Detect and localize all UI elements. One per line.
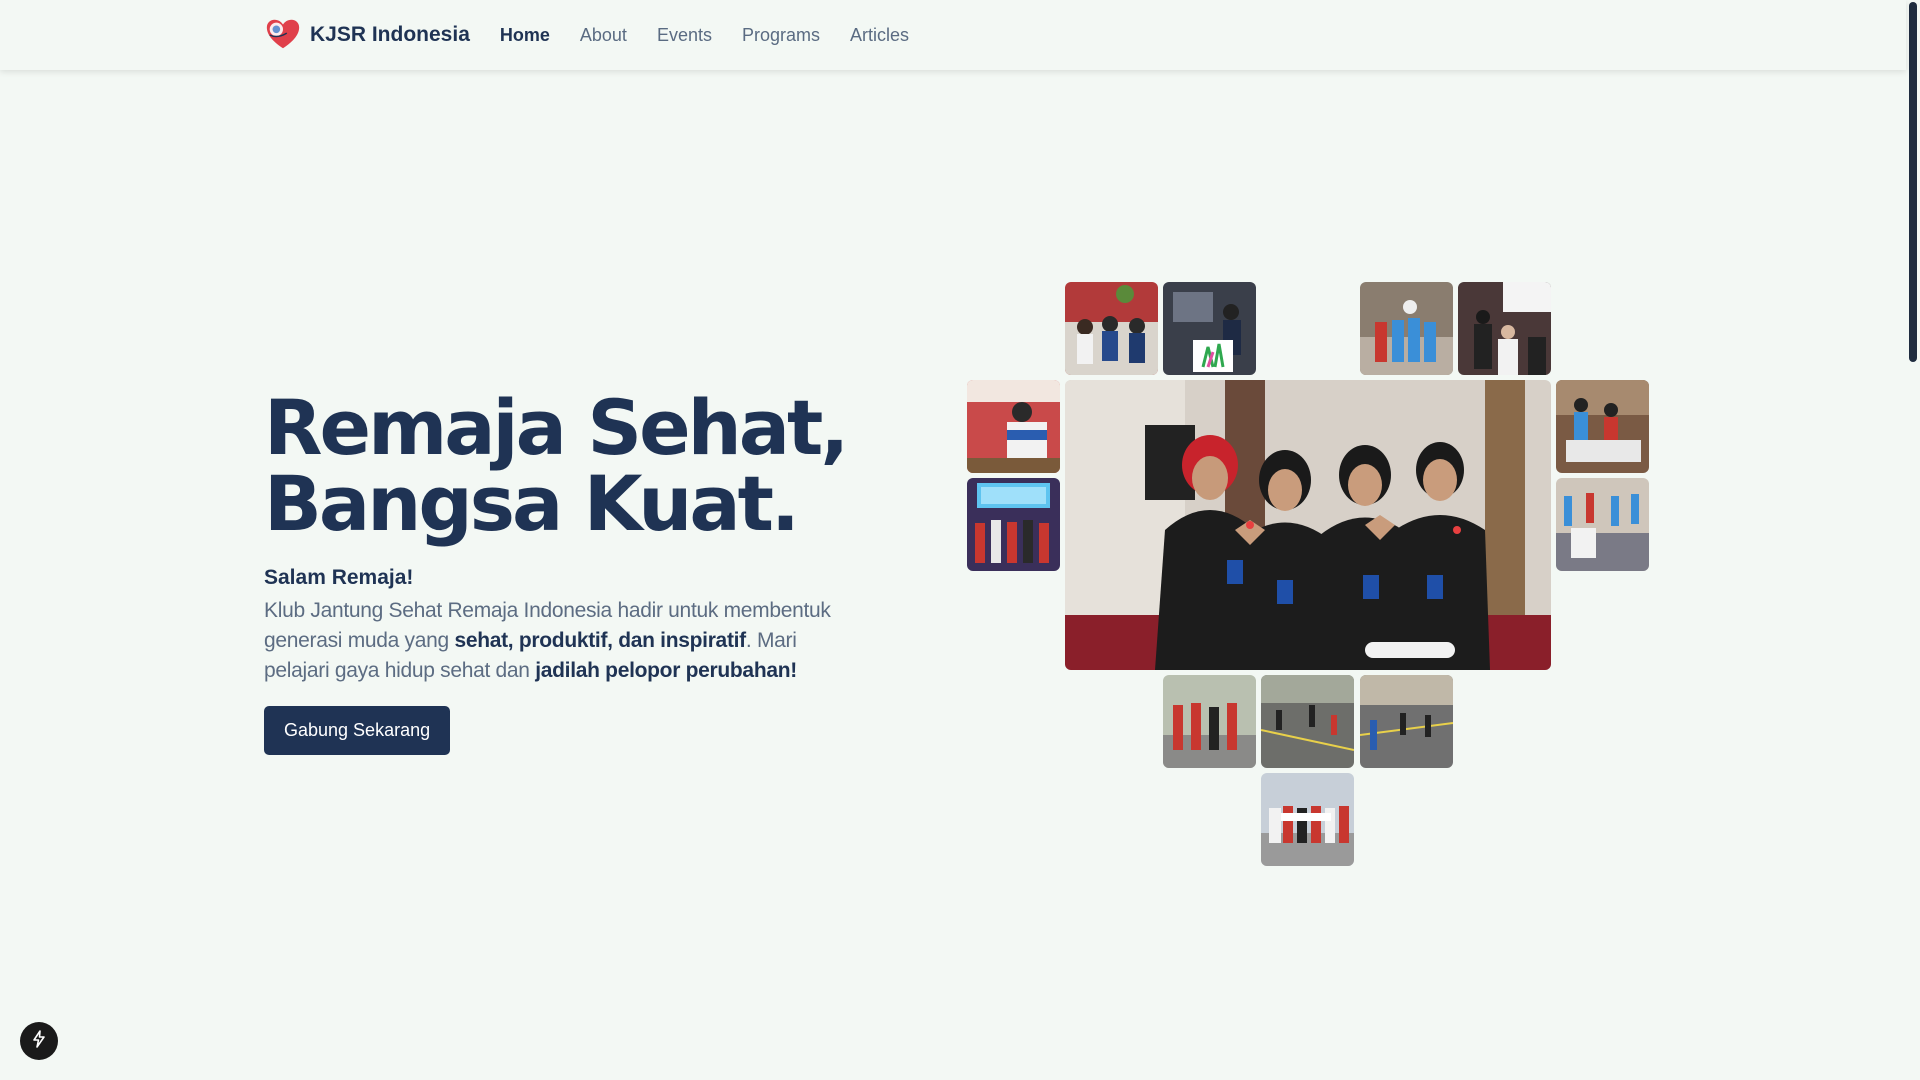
- page-scrollbar-thumb[interactable]: [1909, 2, 1917, 362]
- gallery-photo[interactable]: [1458, 282, 1551, 375]
- page-scrollbar[interactable]: [1906, 0, 1920, 1080]
- gallery-photo-main[interactable]: [1065, 380, 1551, 670]
- nav-link-about[interactable]: About: [580, 25, 627, 46]
- gallery-photo[interactable]: [1163, 675, 1256, 768]
- hero-greeting: Salam Remaja!: [264, 566, 414, 589]
- gallery-photo[interactable]: [1163, 282, 1256, 375]
- hero-title: Remaja Sehat, Bangsa Kuat.: [264, 390, 864, 542]
- join-now-button[interactable]: Gabung Sekarang: [264, 706, 451, 755]
- hero-desc-bold-1: sehat, produktif, dan inspiratif: [454, 629, 746, 652]
- gallery-photo[interactable]: [1360, 282, 1453, 375]
- gallery-photo[interactable]: [1556, 380, 1649, 473]
- hero-description: Klub Jantung Sehat Remaja Indonesia hadi…: [264, 596, 864, 686]
- nav-links: Home About Events Programs Articles: [500, 25, 939, 46]
- gallery-photo[interactable]: [967, 380, 1060, 473]
- gallery-photo[interactable]: [1556, 478, 1649, 571]
- lightning-icon: [29, 1029, 49, 1054]
- nav-link-articles[interactable]: Articles: [850, 25, 909, 46]
- photo-gallery-heart: [967, 282, 1649, 868]
- floating-action-button[interactable]: [20, 1022, 58, 1060]
- gallery-photo[interactable]: [967, 478, 1060, 571]
- nav-link-programs[interactable]: Programs: [742, 25, 820, 46]
- heart-logo-icon: [264, 16, 302, 54]
- hero-title-line-2: Bangsa Kuat.: [264, 459, 800, 548]
- gallery-photo[interactable]: [1360, 675, 1453, 768]
- hero-section: Remaja Sehat, Bangsa Kuat. Salam Remaja!…: [264, 390, 864, 755]
- brand-name: KJSR Indonesia: [310, 23, 470, 46]
- navbar: KJSR Indonesia Home About Events Program…: [0, 0, 1906, 70]
- gallery-photo[interactable]: [1261, 773, 1354, 866]
- nav-link-home[interactable]: Home: [500, 25, 550, 46]
- nav-link-events[interactable]: Events: [657, 25, 712, 46]
- gallery-photo[interactable]: [1261, 675, 1354, 768]
- brand-link[interactable]: KJSR Indonesia: [264, 16, 470, 54]
- hero-desc-bold-2: jadilah pelopor perubahan!: [535, 659, 797, 682]
- gallery-photo[interactable]: [1065, 282, 1158, 375]
